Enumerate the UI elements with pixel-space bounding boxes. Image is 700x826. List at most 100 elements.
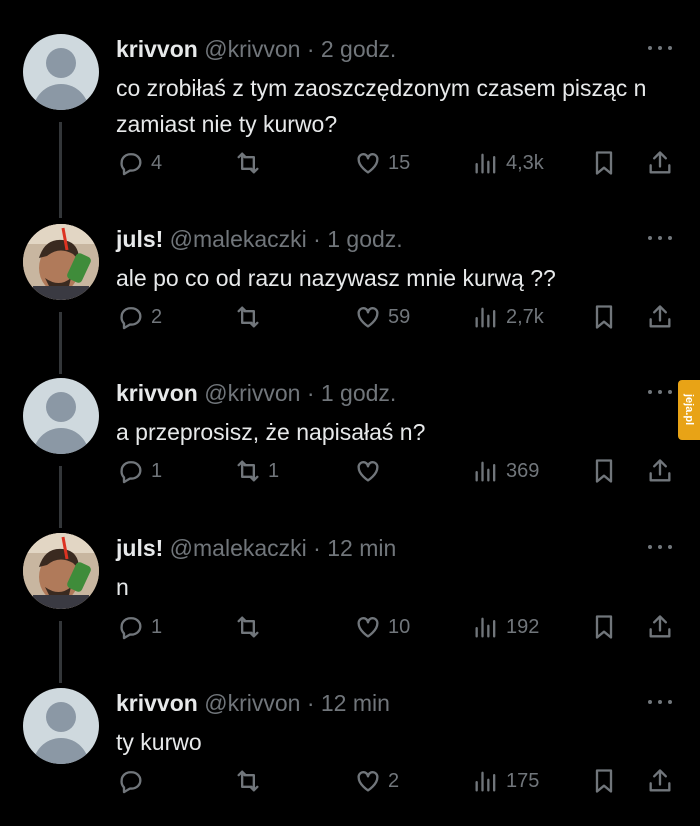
more-icon[interactable]: [646, 696, 674, 708]
more-icon[interactable]: [646, 541, 674, 553]
author-handle[interactable]: @krivvon: [204, 690, 300, 716]
more-icon[interactable]: [646, 232, 674, 244]
author-name[interactable]: krivvon: [116, 380, 198, 406]
like-count: 15: [388, 151, 411, 174]
reply-icon: [120, 617, 142, 640]
like-count: 2: [388, 769, 400, 792]
separator-dot: ·: [313, 535, 321, 561]
bookmark-button[interactable]: [590, 302, 618, 332]
views-button[interactable]: 192: [472, 612, 539, 642]
more-icon[interactable]: [646, 42, 674, 54]
bookmark-button[interactable]: [590, 612, 618, 642]
reply-icon: [120, 461, 142, 484]
reply-icon: [120, 307, 142, 330]
timestamp[interactable]: 1 godz.: [327, 226, 402, 252]
share-icon: [649, 151, 671, 174]
heart-icon: [357, 307, 379, 328]
analytics-icon: [475, 153, 496, 174]
tweet-header: juls! @malekaczki · 1 godz.: [116, 226, 403, 253]
tweet-thread: krivvon @krivvon · 2 godz. co zrobiłaś z…: [0, 0, 700, 826]
heart-icon: [357, 617, 379, 638]
retweet-button[interactable]: [234, 148, 268, 178]
reply-button[interactable]: 1: [117, 612, 162, 642]
retweet-icon: [237, 306, 259, 328]
view-count: 175: [506, 769, 540, 792]
avatar[interactable]: [23, 533, 99, 609]
timestamp[interactable]: 12 min: [327, 535, 396, 561]
action-bar: 4 15 4,3k: [0, 148, 700, 178]
heart-icon: [357, 461, 379, 482]
tweet-header: krivvon @krivvon · 1 godz.: [116, 380, 396, 407]
avatar[interactable]: [23, 224, 99, 300]
bookmark-button[interactable]: [590, 766, 618, 796]
like-count: 10: [388, 615, 411, 638]
profile-photo: [23, 533, 99, 609]
views-button[interactable]: 369: [472, 456, 539, 486]
reply-count: 2: [151, 305, 163, 328]
author-name[interactable]: juls!: [116, 226, 163, 252]
author-name[interactable]: krivvon: [116, 690, 198, 716]
share-button[interactable]: [646, 302, 674, 332]
tweet-text: ty kurwo: [116, 729, 202, 755]
retweet-count: 1: [268, 459, 280, 482]
bookmark-icon: [595, 459, 613, 483]
bookmark-icon: [595, 769, 613, 793]
share-button[interactable]: [646, 766, 674, 796]
bookmark-button[interactable]: [590, 456, 618, 486]
view-count: 369: [506, 459, 540, 482]
bookmark-button[interactable]: [590, 148, 618, 178]
author-handle[interactable]: @malekaczki: [170, 535, 307, 561]
author-handle[interactable]: @krivvon: [204, 36, 300, 62]
tweet-text: ale po co od razu nazywasz mnie kurwą ??: [116, 265, 556, 291]
views-button[interactable]: 175: [472, 766, 539, 796]
reply-button[interactable]: 4: [117, 148, 162, 178]
action-bar: 1 10 192: [0, 612, 700, 642]
avatar[interactable]: [23, 34, 99, 110]
like-button[interactable]: 59: [354, 302, 410, 332]
avatar[interactable]: [23, 688, 99, 764]
action-bar: 1 1 369: [0, 456, 700, 486]
heart-icon: [357, 771, 379, 792]
views-button[interactable]: 2,7k: [472, 302, 544, 332]
separator-dot: ·: [306, 690, 315, 716]
action-bar: 2 59 2,7k: [0, 302, 700, 332]
retweet-icon: [237, 616, 259, 638]
analytics-icon: [475, 617, 496, 638]
like-button[interactable]: [354, 456, 388, 486]
reply-button[interactable]: 1: [117, 456, 162, 486]
like-button[interactable]: 15: [354, 148, 410, 178]
reply-button[interactable]: 2: [117, 302, 162, 332]
action-bar: 2 175: [0, 766, 700, 796]
share-button[interactable]: [646, 148, 674, 178]
view-count: 4,3k: [506, 151, 544, 174]
analytics-icon: [475, 307, 496, 328]
reply-icon: [120, 153, 142, 176]
timestamp[interactable]: 2 godz.: [321, 36, 396, 62]
like-button[interactable]: 2: [354, 766, 399, 796]
tweet-header: krivvon @krivvon · 12 min: [116, 690, 390, 717]
timestamp[interactable]: 12 min: [321, 690, 390, 716]
more-icon[interactable]: [646, 386, 674, 398]
reply-count: 4: [151, 151, 163, 174]
author-name[interactable]: juls!: [116, 535, 163, 561]
author-name[interactable]: krivvon: [116, 36, 198, 62]
retweet-button[interactable]: [234, 766, 268, 796]
share-icon: [649, 769, 671, 792]
retweet-button[interactable]: [234, 612, 268, 642]
retweet-button[interactable]: [234, 302, 268, 332]
avatar[interactable]: [23, 378, 99, 454]
author-handle[interactable]: @malekaczki: [170, 226, 307, 252]
heart-icon: [357, 153, 379, 174]
author-handle[interactable]: @krivvon: [204, 380, 300, 406]
tweet-text: n: [116, 574, 129, 600]
timestamp[interactable]: 1 godz.: [321, 380, 396, 406]
share-button[interactable]: [646, 612, 674, 642]
like-button[interactable]: 10: [354, 612, 410, 642]
retweet-button[interactable]: 1: [234, 456, 279, 486]
views-button[interactable]: 4,3k: [472, 148, 544, 178]
view-count: 2,7k: [506, 305, 544, 328]
share-button[interactable]: [646, 456, 674, 486]
view-count: 192: [506, 615, 540, 638]
reply-button[interactable]: [117, 766, 151, 796]
retweet-icon: [237, 460, 259, 482]
